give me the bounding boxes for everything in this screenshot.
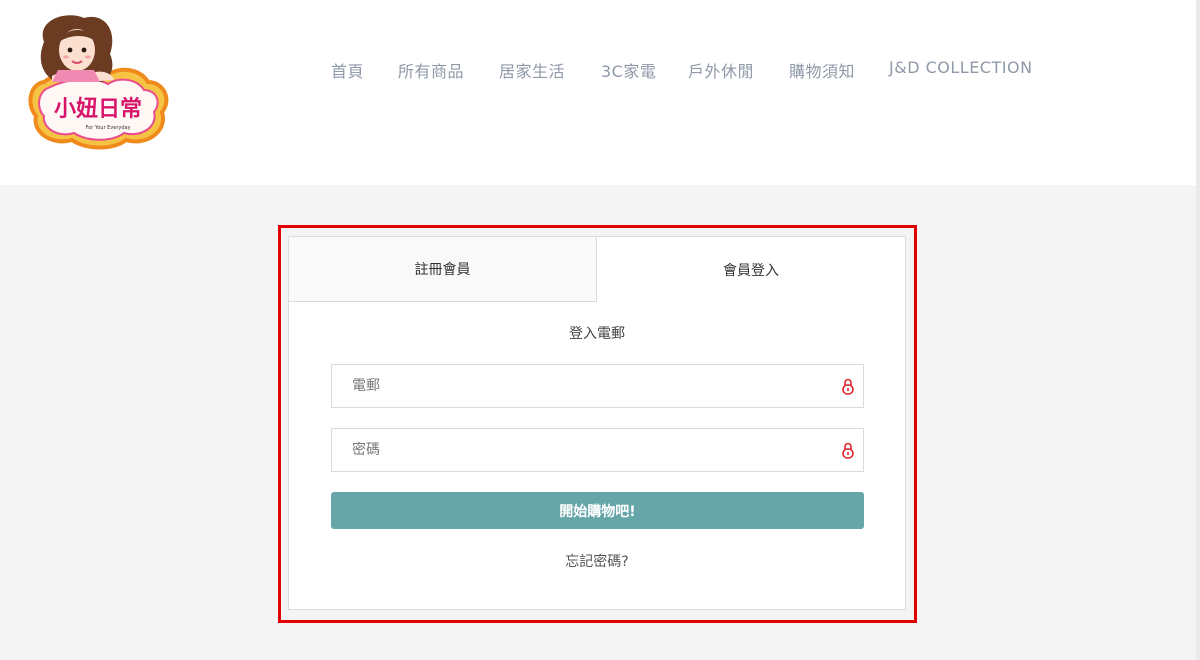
nav-item-jd-collection[interactable]: J&D COLLECTION bbox=[889, 58, 1033, 77]
scrollbar[interactable] bbox=[1196, 0, 1200, 660]
lock-icon bbox=[842, 442, 854, 459]
password-field-wrapper bbox=[331, 428, 864, 472]
svg-text:小妞日常: 小妞日常 bbox=[54, 96, 142, 122]
nav-item-all-products[interactable]: 所有商品 bbox=[398, 58, 464, 82]
nav-item-3c-appliances[interactable]: 3C家電 bbox=[601, 58, 656, 82]
tab-register[interactable]: 註冊會員 bbox=[289, 237, 597, 302]
site-header: 小妞日常 For Your Everyday 首頁 所有商品 居家生活 3C家電… bbox=[0, 0, 1200, 185]
lock-icon bbox=[842, 378, 854, 395]
login-card: 註冊會員 會員登入 登入電郵 開始購物吧! 忘記密碼? bbox=[288, 236, 906, 610]
tab-login[interactable]: 會員登入 bbox=[597, 237, 905, 302]
start-shopping-button[interactable]: 開始購物吧! bbox=[331, 492, 864, 529]
nav-item-shopping-guide[interactable]: 購物須知 bbox=[789, 58, 855, 82]
form-title: 登入電郵 bbox=[569, 326, 625, 342]
svg-text:For Your Everyday: For Your Everyday bbox=[85, 125, 130, 131]
nav-item-home[interactable]: 首頁 bbox=[331, 58, 364, 82]
email-input[interactable] bbox=[332, 365, 863, 407]
email-field-wrapper bbox=[331, 364, 864, 408]
password-input[interactable] bbox=[332, 429, 863, 471]
site-logo[interactable]: 小妞日常 For Your Everyday bbox=[22, 12, 172, 152]
nav-item-outdoor[interactable]: 戶外休閒 bbox=[688, 58, 754, 82]
forgot-password-link[interactable]: 忘記密碼? bbox=[289, 551, 905, 571]
nav-item-home-living[interactable]: 居家生活 bbox=[499, 58, 565, 82]
girl-mascot-logo-icon: 小妞日常 For Your Everyday bbox=[28, 15, 169, 150]
